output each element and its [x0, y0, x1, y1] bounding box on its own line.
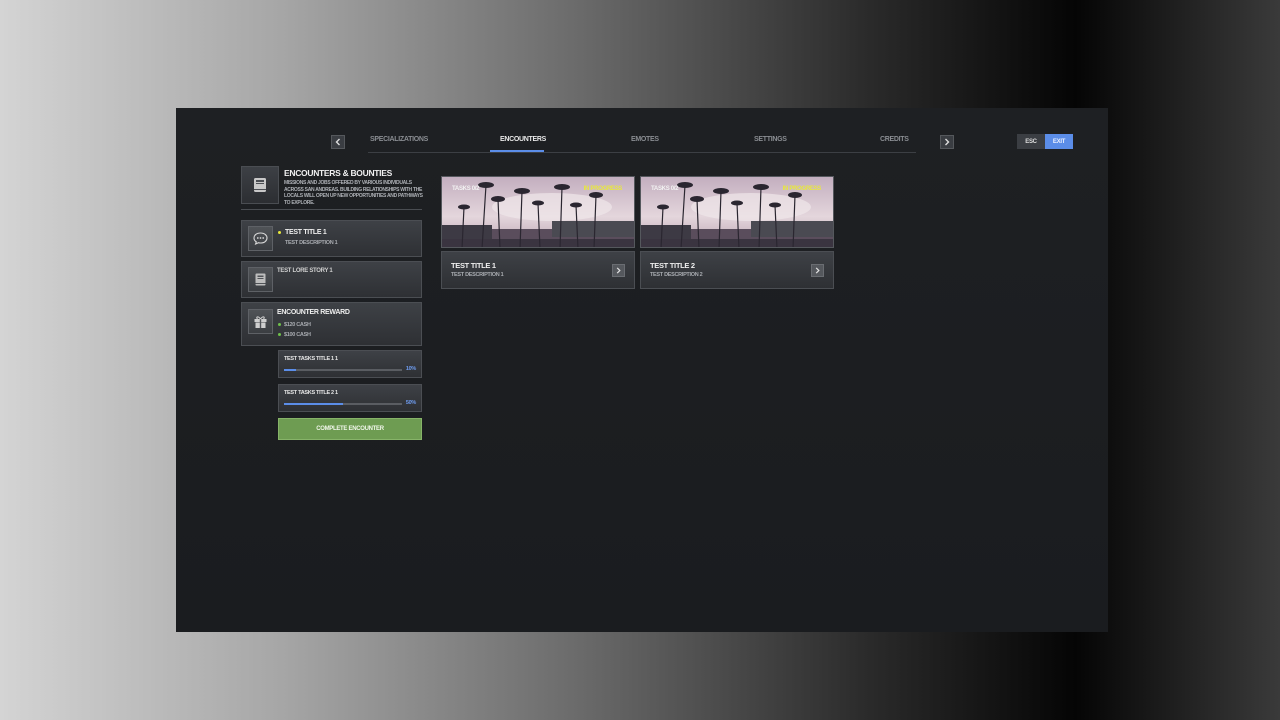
task-progress-bar: [284, 403, 402, 405]
tab-settings[interactable]: SETTINGS: [754, 136, 787, 143]
encounter-tasks-count: TASKS 0/2: [651, 186, 679, 192]
chat-icon: [248, 226, 273, 251]
selected-encounter-card[interactable]: TEST TITLE 1 TEST DESCRIPTION 1: [241, 220, 422, 257]
encounter-status: IN PROGRESS: [583, 186, 623, 192]
selected-encounter-title: TEST TITLE 1: [278, 229, 327, 236]
tab-encounters[interactable]: ENCOUNTERS: [500, 136, 546, 143]
book-icon: [248, 267, 273, 292]
nav-tabs: SPECIALIZATIONS ENCOUNTERS EMOTES SETTIN…: [368, 132, 916, 153]
encounter-title: TEST TITLE 2: [650, 261, 695, 270]
encounters-panel: SPECIALIZATIONS ENCOUNTERS EMOTES SETTIN…: [176, 108, 1108, 632]
esc-key-hint: ESC: [1017, 134, 1045, 149]
encounter-info: TEST TITLE 1 TEST DESCRIPTION 1: [441, 251, 635, 289]
nav-prev-button[interactable]: [331, 135, 345, 149]
tab-specializations[interactable]: SPECIALIZATIONS: [370, 136, 428, 143]
reward-card: ENCOUNTER REWARD $120 CASH $100 CASH: [241, 302, 422, 346]
reward-item: $100 CASH: [278, 332, 311, 338]
chevron-right-icon: [945, 138, 950, 146]
nav-next-button[interactable]: [940, 135, 954, 149]
encounter-card[interactable]: TASKS 0/2 IN PROGRESS TEST TITLE 1 TEST …: [441, 176, 635, 289]
task-progress-fill: [284, 403, 343, 405]
chevron-right-icon: [616, 267, 621, 274]
chevron-left-icon: [335, 138, 340, 146]
task-title: TEST TASKS TITLE 1 1: [284, 356, 338, 362]
encounter-thumbnail: TASKS 0/2 IN PROGRESS: [640, 176, 834, 248]
gift-icon: [248, 309, 273, 334]
page-description: MISSIONS AND JOBS OFFERED BY VARIOUS IND…: [284, 180, 423, 206]
active-tab-indicator: [490, 150, 544, 152]
exit-button[interactable]: EXIT: [1045, 134, 1073, 149]
chevron-right-icon: [815, 267, 820, 274]
selected-encounter-description: TEST DESCRIPTION 1: [285, 240, 338, 246]
tab-emotes[interactable]: EMOTES: [631, 136, 659, 143]
task-progress-fill: [284, 369, 296, 371]
encounter-title: TEST TITLE 1: [451, 261, 496, 270]
task-item: TEST TASKS TITLE 1 1 10%: [278, 350, 422, 378]
tab-credits[interactable]: CREDITS: [880, 136, 909, 143]
open-encounter-button[interactable]: [612, 264, 625, 277]
section-header: ENCOUNTERS & BOUNTIES MISSIONS AND JOBS …: [241, 166, 423, 210]
encounter-status: IN PROGRESS: [782, 186, 822, 192]
page-title: ENCOUNTERS & BOUNTIES: [284, 168, 392, 178]
encounter-description: TEST DESCRIPTION 2: [650, 272, 703, 278]
status-dot: [278, 230, 281, 234]
encounter-description: TEST DESCRIPTION 1: [451, 272, 504, 278]
task-item: TEST TASKS TITLE 2 1 50%: [278, 384, 422, 412]
lore-title: TEST LORE STORY 1: [277, 268, 333, 274]
complete-encounter-button[interactable]: COMPLETE ENCOUNTER: [278, 418, 422, 440]
task-progress-bar: [284, 369, 402, 371]
encounter-info: TEST TITLE 2 TEST DESCRIPTION 2: [640, 251, 834, 289]
reward-title: ENCOUNTER REWARD: [277, 309, 350, 316]
encounter-card[interactable]: TASKS 0/2 IN PROGRESS TEST TITLE 2 TEST …: [640, 176, 834, 289]
lore-card[interactable]: TEST LORE STORY 1: [241, 261, 422, 298]
exit-control[interactable]: ESC EXIT: [1017, 134, 1073, 149]
reward-item: $120 CASH: [278, 322, 311, 328]
task-progress-label: 50%: [405, 400, 416, 406]
header-divider: [241, 209, 422, 210]
open-encounter-button[interactable]: [811, 264, 824, 277]
book-icon: [241, 166, 279, 204]
encounter-tasks-count: TASKS 0/2: [452, 186, 480, 192]
reward-dot: [278, 323, 281, 327]
task-title: TEST TASKS TITLE 2 1: [284, 390, 338, 396]
reward-dot: [278, 333, 281, 337]
task-progress-label: 10%: [405, 366, 416, 372]
encounter-thumbnail: TASKS 0/2 IN PROGRESS: [441, 176, 635, 248]
